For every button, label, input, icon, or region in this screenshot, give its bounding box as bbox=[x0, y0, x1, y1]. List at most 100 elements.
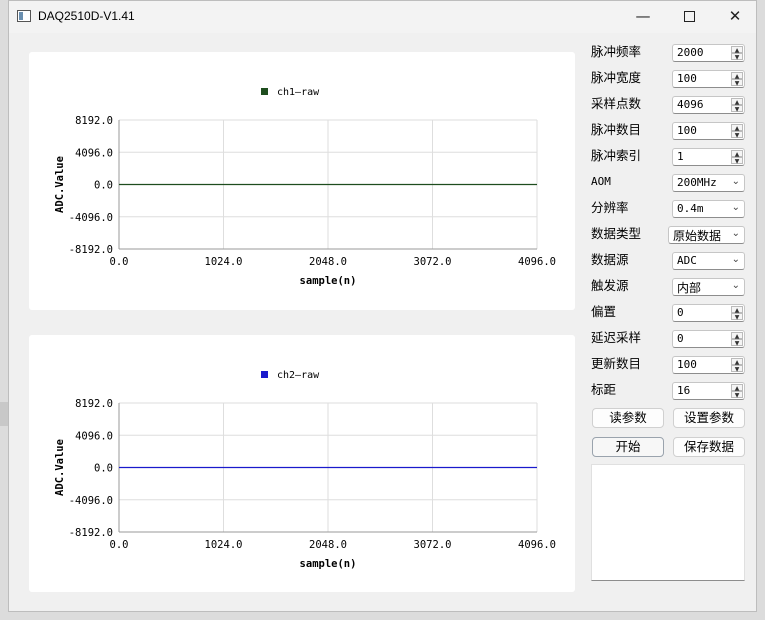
param-spinbox[interactable]: 2000 ▲ ▼ bbox=[672, 44, 745, 62]
spin-down-icon[interactable]: ▼ bbox=[731, 157, 743, 165]
param-dropdown[interactable]: 200MHz ⌄ bbox=[672, 174, 745, 192]
param-dropdown[interactable]: ADC ⌄ bbox=[672, 252, 745, 270]
param-value: 0 bbox=[677, 306, 684, 319]
spin-up-icon[interactable]: ▲ bbox=[731, 384, 743, 392]
x-tick-label: 3072.0 bbox=[414, 256, 452, 268]
spin-up-icon[interactable]: ▲ bbox=[731, 46, 743, 54]
y-tick-label: 0.0 bbox=[94, 463, 113, 475]
y-axis-title: ADC.Value bbox=[54, 439, 66, 496]
param-spinbox[interactable]: 1 ▲ ▼ bbox=[672, 148, 745, 166]
spin-down-icon[interactable]: ▼ bbox=[731, 391, 743, 399]
spin-up-icon[interactable]: ▲ bbox=[731, 358, 743, 366]
y-axis-title: ADC.Value bbox=[54, 156, 66, 213]
param-spinbox[interactable]: 100 ▲ ▼ bbox=[672, 122, 745, 140]
chart-panel-ch2: 0.0 1024.0 2048.0 3072.0 4096.0 8192.0 4096.0 0… bbox=[29, 335, 575, 592]
param-spinbox[interactable]: 16 ▲ ▼ bbox=[672, 382, 745, 400]
x-tick-label: 1024.0 bbox=[205, 256, 243, 268]
start-button[interactable]: 开始 bbox=[592, 437, 664, 457]
spin-up-icon[interactable]: ▲ bbox=[731, 332, 743, 340]
param-label: 延迟采样 bbox=[591, 330, 642, 345]
y-tick-label: 8192.0 bbox=[75, 398, 113, 410]
param-dropdown[interactable]: 0.4m ⌄ bbox=[672, 200, 745, 218]
x-tick-label: 0.0 bbox=[110, 539, 129, 551]
param-label: 触发源 bbox=[591, 278, 629, 293]
param-label: 偏置 bbox=[591, 304, 617, 319]
maximize-icon bbox=[683, 11, 695, 22]
x-tick-label: 3072.0 bbox=[414, 539, 452, 551]
param-spinbox[interactable]: 100 ▲ ▼ bbox=[672, 356, 745, 374]
legend-swatch bbox=[261, 88, 268, 95]
spin-arrows: ▲ ▼ bbox=[731, 150, 743, 165]
chevron-down-icon: ⌄ bbox=[731, 254, 740, 265]
spin-down-icon[interactable]: ▼ bbox=[731, 79, 743, 87]
spin-arrows: ▲ ▼ bbox=[731, 72, 743, 87]
maximize-button[interactable] bbox=[666, 1, 712, 33]
set-params-button[interactable]: 设置参数 bbox=[673, 408, 745, 428]
chevron-down-icon: ⌄ bbox=[731, 176, 740, 187]
y-tick-label: -4096.0 bbox=[69, 495, 113, 507]
read-params-button[interactable]: 读参数 bbox=[592, 408, 664, 428]
log-textarea[interactable] bbox=[591, 464, 745, 581]
spin-up-icon[interactable]: ▲ bbox=[731, 124, 743, 132]
param-value: 原始数据 bbox=[673, 229, 722, 243]
x-tick-label: 2048.0 bbox=[309, 539, 347, 551]
param-label: 标距 bbox=[591, 382, 617, 397]
window-title: DAQ2510D-V1.41 bbox=[38, 9, 135, 23]
x-axis-title: sample(n) bbox=[300, 558, 357, 570]
param-label: 数据类型 bbox=[591, 226, 642, 241]
param-label: 数据源 bbox=[591, 252, 629, 267]
x-tick-label: 4096.0 bbox=[518, 539, 556, 551]
spin-arrows: ▲ ▼ bbox=[731, 384, 743, 399]
param-spinbox[interactable]: 100 ▲ ▼ bbox=[672, 70, 745, 88]
x-axis-title: sample(n) bbox=[300, 275, 357, 287]
param-label: 脉冲频率 bbox=[591, 44, 642, 59]
spin-arrows: ▲ ▼ bbox=[731, 358, 743, 373]
param-value: 1 bbox=[677, 150, 684, 163]
spin-arrows: ▲ ▼ bbox=[731, 332, 743, 347]
param-value: 16 bbox=[677, 384, 691, 397]
spin-up-icon[interactable]: ▲ bbox=[731, 72, 743, 80]
spin-arrows: ▲ ▼ bbox=[731, 98, 743, 113]
spin-down-icon[interactable]: ▼ bbox=[731, 339, 743, 347]
param-value: 100 bbox=[677, 358, 697, 371]
save-data-button[interactable]: 保存数据 bbox=[673, 437, 745, 457]
y-tick-label: 8192.0 bbox=[75, 115, 113, 127]
chart-ch1: 0.0 1024.0 2048.0 3072.0 4096.0 8192.0 4096.0 0… bbox=[54, 87, 556, 287]
param-spinbox[interactable]: 4096 ▲ ▼ bbox=[672, 96, 745, 114]
x-tick-label: 2048.0 bbox=[309, 256, 347, 268]
param-label: 脉冲宽度 bbox=[591, 70, 642, 85]
param-label: 更新数目 bbox=[591, 356, 642, 371]
param-value: 4096 bbox=[677, 98, 704, 111]
chevron-down-icon: ⌄ bbox=[731, 280, 740, 291]
spin-down-icon[interactable]: ▼ bbox=[731, 105, 743, 113]
chart-ch2: 0.0 1024.0 2048.0 3072.0 4096.0 8192.0 4096.0 0… bbox=[54, 370, 556, 570]
param-value: 200MHz bbox=[677, 176, 717, 189]
chevron-down-icon: ⌄ bbox=[731, 202, 740, 213]
y-tick-label: 4096.0 bbox=[75, 147, 113, 159]
spin-up-icon[interactable]: ▲ bbox=[731, 98, 743, 106]
param-value: 2000 bbox=[677, 46, 704, 59]
legend-label: ch1—raw bbox=[277, 87, 320, 98]
close-button[interactable]: ✕ bbox=[712, 1, 758, 33]
param-spinbox[interactable]: 0 ▲ ▼ bbox=[672, 304, 745, 322]
spin-down-icon[interactable]: ▼ bbox=[731, 131, 743, 139]
spin-down-icon[interactable]: ▼ bbox=[731, 313, 743, 321]
param-value: 0 bbox=[677, 332, 684, 345]
minimize-button[interactable]: — bbox=[620, 1, 666, 33]
x-tick-label: 0.0 bbox=[110, 256, 129, 268]
param-value: 0.4m bbox=[677, 202, 704, 215]
spin-down-icon[interactable]: ▼ bbox=[731, 365, 743, 373]
y-tick-label: -8192.0 bbox=[69, 527, 113, 539]
spin-up-icon[interactable]: ▲ bbox=[731, 306, 743, 314]
left-edge-handle bbox=[0, 402, 8, 426]
main-window: DAQ2510D-V1.41 — ✕ 0.0 1024.0 2048.0 3072.0… bbox=[8, 0, 757, 612]
spin-arrows: ▲ ▼ bbox=[731, 124, 743, 139]
y-tick-label: -4096.0 bbox=[69, 212, 113, 224]
param-dropdown[interactable]: 内部 ⌄ bbox=[672, 278, 745, 296]
spin-down-icon[interactable]: ▼ bbox=[731, 53, 743, 61]
spin-up-icon[interactable]: ▲ bbox=[731, 150, 743, 158]
param-dropdown[interactable]: 原始数据 ⌄ bbox=[668, 226, 745, 244]
titlebar: DAQ2510D-V1.41 — ✕ bbox=[9, 1, 756, 33]
chevron-down-icon: ⌄ bbox=[731, 228, 740, 239]
param-spinbox[interactable]: 0 ▲ ▼ bbox=[672, 330, 745, 348]
